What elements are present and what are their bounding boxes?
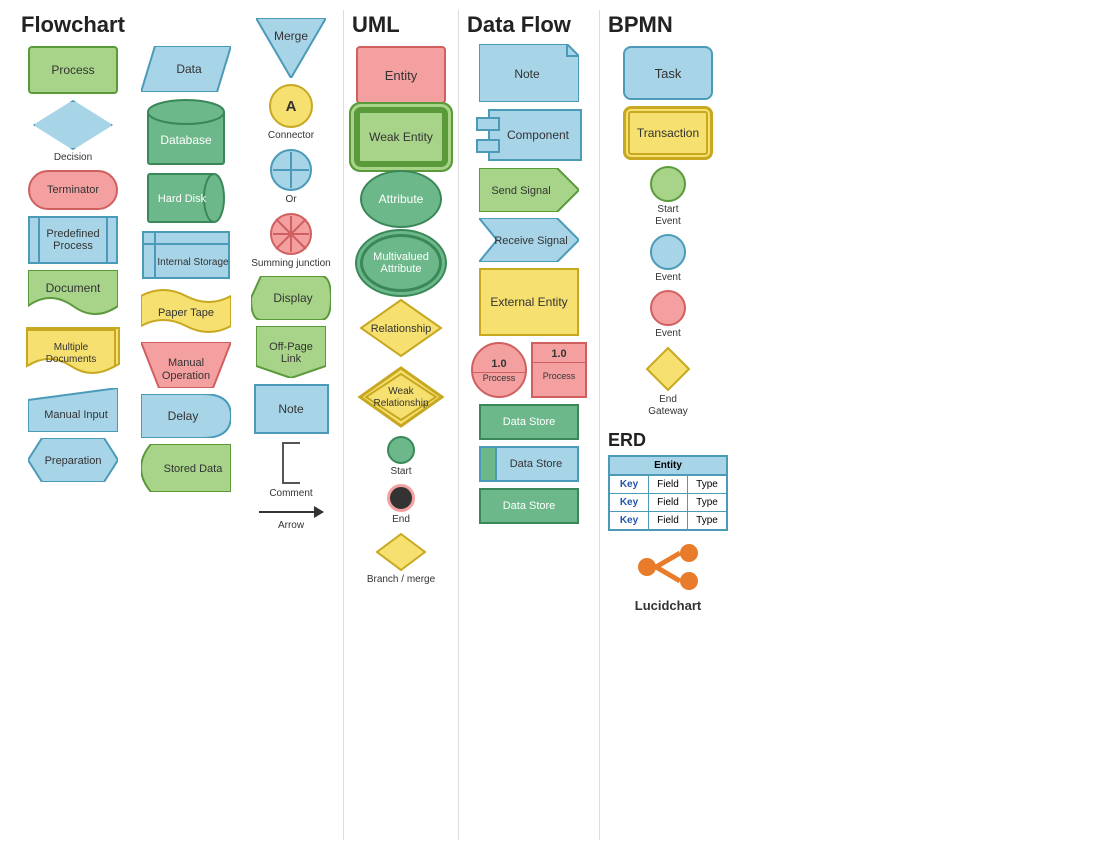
svg-text:Receive Signal: Receive Signal xyxy=(494,235,567,247)
svg-text:Note: Note xyxy=(514,67,540,81)
shape-process[interactable]: Process xyxy=(28,46,118,94)
df-data-store-green2[interactable]: Data Store xyxy=(479,488,579,524)
svg-text:Multiple: Multiple xyxy=(54,342,89,353)
uml-weak-entity[interactable]: Weak Entity xyxy=(357,110,445,164)
shape-stored-data[interactable]: Stored Data xyxy=(141,444,231,492)
shape-manual-operation[interactable]: Manual Operation xyxy=(141,342,231,388)
shape-paper-tape[interactable]: Paper Tape xyxy=(141,286,231,336)
bpmn-title: BPMN xyxy=(608,12,728,38)
uml-weak-relationship[interactable]: Weak Relationship xyxy=(356,364,446,430)
svg-text:Data: Data xyxy=(176,62,202,76)
df-processes-row: 1.0 Process 1.0 Process xyxy=(471,342,587,398)
svg-text:Manual: Manual xyxy=(168,357,204,369)
shape-comment[interactable]: Comment xyxy=(269,440,312,500)
erd-row: Key Field Type xyxy=(610,494,726,512)
shape-multiple-documents[interactable]: Multiple Documents xyxy=(25,324,121,382)
svg-text:Hard Disk: Hard Disk xyxy=(158,193,207,205)
lucidchart-logo: Lucidchart xyxy=(608,539,728,613)
shape-manual-input[interactable]: Manual Input xyxy=(28,388,118,432)
svg-text:Relationship: Relationship xyxy=(373,398,428,409)
svg-text:Preparation: Preparation xyxy=(45,455,102,467)
uml-start[interactable]: Start xyxy=(387,436,415,478)
df-process-rect[interactable]: 1.0 Process xyxy=(531,342,587,398)
svg-text:Send Signal: Send Signal xyxy=(491,185,550,197)
svg-text:Manual Input: Manual Input xyxy=(44,409,108,421)
svg-text:Documents: Documents xyxy=(46,354,97,365)
shape-display[interactable]: Display xyxy=(251,276,331,320)
shape-predefined-process[interactable]: Predefined Process xyxy=(28,216,118,264)
shape-hard-disk[interactable]: Hard Disk xyxy=(146,172,226,224)
uml-relationship[interactable]: Relationship xyxy=(359,298,443,358)
bpmn-task[interactable]: Task xyxy=(623,46,713,100)
df-data-store-green[interactable]: Data Store xyxy=(479,404,579,440)
svg-text:Weak: Weak xyxy=(388,386,414,397)
svg-text:Document: Document xyxy=(46,281,101,295)
lucidchart-icon xyxy=(633,539,703,594)
shape-or[interactable]: Or xyxy=(269,148,313,206)
shape-merge[interactable]: Merge xyxy=(256,18,326,78)
svg-text:Delay: Delay xyxy=(168,409,199,423)
df-data-store-blue[interactable]: Data Store xyxy=(479,446,579,482)
svg-text:Stored Data: Stored Data xyxy=(164,463,224,475)
lucidchart-label: Lucidchart xyxy=(635,598,701,613)
bpmn-end[interactable]: EndGateway xyxy=(645,346,691,418)
svg-text:Paper Tape: Paper Tape xyxy=(158,307,214,319)
flowchart-title: Flowchart xyxy=(21,12,125,38)
svg-text:Relationship: Relationship xyxy=(371,323,432,335)
uml-attribute[interactable]: Attribute xyxy=(360,170,442,228)
svg-text:Link: Link xyxy=(281,353,302,365)
svg-text:Merge: Merge xyxy=(274,29,308,43)
shape-delay[interactable]: Delay xyxy=(141,394,231,438)
dataflow-title: Data Flow xyxy=(467,12,591,38)
bpmn-end-gateway-row: EndGateway xyxy=(645,346,691,418)
df-note[interactable]: Note xyxy=(479,44,579,102)
uml-title: UML xyxy=(352,12,450,38)
df-receive-signal[interactable]: Receive Signal xyxy=(479,218,579,262)
shape-note-rect[interactable]: Note xyxy=(254,384,329,434)
svg-text:Internal Storage: Internal Storage xyxy=(157,257,229,268)
shape-summing-junction[interactable]: Summing junction xyxy=(251,212,330,270)
shape-database[interactable]: Database xyxy=(146,98,226,166)
df-component[interactable]: Component xyxy=(475,108,583,162)
svg-text:Operation: Operation xyxy=(162,370,210,382)
bpmn-start-event[interactable]: StartEvent xyxy=(650,166,686,228)
erd-row: Key Field Type xyxy=(610,512,726,529)
uml-entity[interactable]: Entity xyxy=(356,46,446,104)
shape-data[interactable]: Data xyxy=(141,46,231,92)
svg-text:Component: Component xyxy=(507,128,570,142)
shape-offpage-link[interactable]: Off-Page Link xyxy=(256,326,326,378)
uml-branch-merge[interactable]: Branch / merge xyxy=(367,532,435,586)
erd-row: Key Field Type xyxy=(610,476,726,494)
erd-title: ERD xyxy=(608,430,728,451)
shape-connector[interactable]: A Connector xyxy=(268,84,314,142)
shape-arrow[interactable]: Arrow xyxy=(259,506,324,532)
erd-table: Entity Key Field Type Key Field Type Key… xyxy=(608,455,728,531)
bpmn-event-red[interactable]: Event xyxy=(650,290,686,340)
svg-text:Database: Database xyxy=(160,133,212,147)
svg-text:Display: Display xyxy=(273,291,312,305)
df-send-signal[interactable]: Send Signal xyxy=(479,168,579,212)
df-external-entity[interactable]: External Entity xyxy=(479,268,579,336)
df-process-circle[interactable]: 1.0 Process xyxy=(471,342,527,398)
bpmn-event-blue[interactable]: Event xyxy=(650,234,686,284)
shape-terminator[interactable]: Terminator xyxy=(28,170,118,210)
erd-header: Entity xyxy=(610,457,726,476)
shape-document[interactable]: Document xyxy=(28,270,118,318)
shape-preparation[interactable]: Preparation xyxy=(28,438,118,482)
shape-internal-storage[interactable]: Internal Storage xyxy=(141,230,231,280)
svg-text:Off-Page: Off-Page xyxy=(269,341,313,353)
bpmn-transaction[interactable]: Transaction xyxy=(623,106,713,160)
shape-decision[interactable]: Decision xyxy=(33,100,113,164)
uml-end[interactable]: End xyxy=(387,484,415,526)
uml-multivalued-attribute[interactable]: MultivaluedAttribute xyxy=(360,234,442,292)
